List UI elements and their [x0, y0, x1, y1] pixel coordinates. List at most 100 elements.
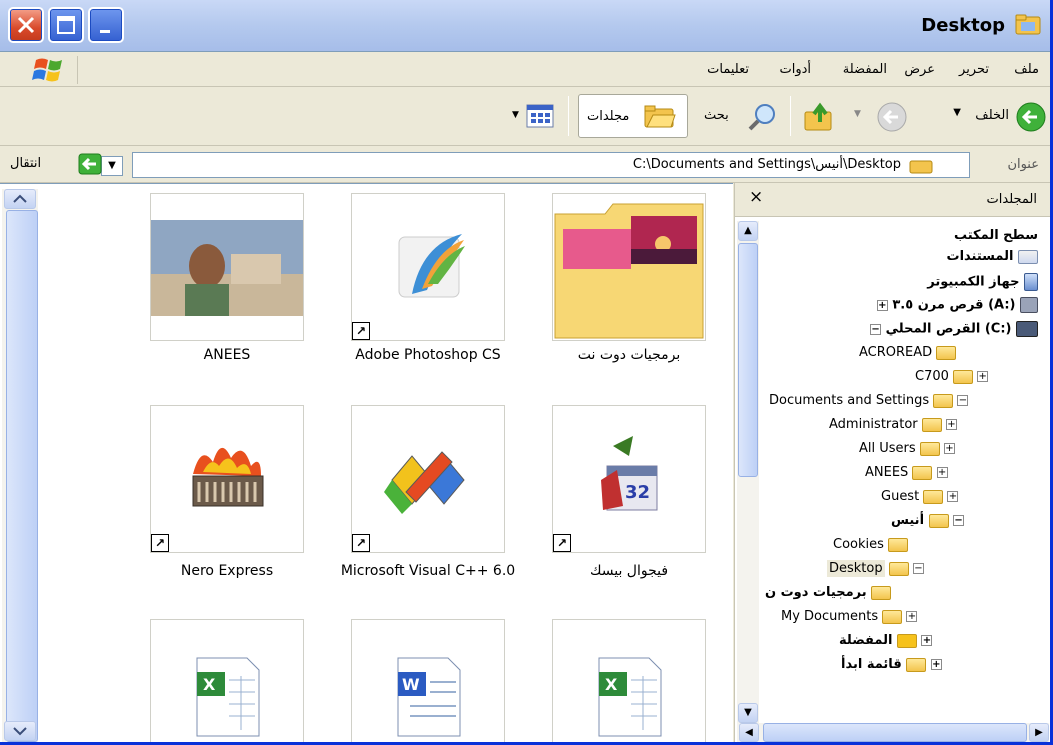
- up-folder-icon[interactable]: [802, 100, 838, 134]
- tree-item-acroread[interactable]: ACROREAD: [859, 345, 957, 360]
- file-label[interactable]: Nero Express: [127, 563, 327, 579]
- back-dropdown-icon[interactable]: ▼: [953, 107, 961, 118]
- title-bar[interactable]: Desktop: [0, 0, 1050, 52]
- maximize-button[interactable]: [48, 7, 84, 43]
- toolbar: الخلف ▼ ▼ بحث مجلدات ▼: [0, 88, 1050, 146]
- collapse-icon[interactable]: −: [953, 515, 965, 526]
- collapse-icon[interactable]: −: [870, 323, 882, 335]
- file-tile[interactable]: X: [150, 619, 304, 742]
- address-dropdown-icon[interactable]: ▼: [101, 156, 123, 176]
- collapse-icon[interactable]: −: [912, 563, 924, 574]
- shortcut-arrow-icon: ↗: [151, 534, 169, 552]
- tree-item-label: C700: [915, 369, 949, 384]
- tree-item-all-users[interactable]: All Users +: [859, 441, 955, 456]
- tree-item-my-computer[interactable]: جهاز الكمبيوتر: [927, 273, 1038, 291]
- tree-item-label: سطح المكتب: [953, 228, 1038, 243]
- menu-help[interactable]: تعليمات: [707, 62, 749, 77]
- tree-item-desktop[interactable]: سطح المكتب: [954, 228, 1038, 243]
- scroll-thumb[interactable]: [6, 210, 38, 742]
- expand-icon[interactable]: +: [943, 443, 955, 454]
- tree-item-label: برمجيات دوت ن: [765, 585, 867, 600]
- tree-item-anees-arabic[interactable]: أنيس −: [891, 513, 965, 528]
- tree-scrollbar[interactable]: ▲ ▼: [737, 221, 759, 724]
- close-icon[interactable]: ×: [749, 187, 763, 207]
- file-label[interactable]: ANEES: [127, 347, 327, 363]
- folders-button[interactable]: مجلدات: [578, 94, 688, 138]
- back-button[interactable]: الخلف ▼: [945, 100, 1047, 134]
- scroll-down-icon[interactable]: ▼: [738, 703, 758, 723]
- file-tile[interactable]: [552, 193, 706, 341]
- tree-item-label: Desktop: [827, 560, 885, 577]
- star-folder-icon: [896, 633, 917, 648]
- close-button[interactable]: [8, 7, 44, 43]
- expand-icon[interactable]: +: [876, 299, 888, 311]
- visual-basic-icon: 32: [601, 436, 658, 511]
- search-button[interactable]: بحث: [700, 100, 780, 134]
- scroll-left-icon[interactable]: ◀: [739, 723, 759, 742]
- menu-edit[interactable]: تحرير: [959, 62, 989, 77]
- tree-item-anees[interactable]: ANEES +: [865, 465, 948, 480]
- menu-tools[interactable]: أدوات: [779, 62, 811, 77]
- tree-hscrollbar[interactable]: ◀ ▶: [737, 723, 1049, 742]
- tree-item-c700[interactable]: C700 +: [915, 369, 989, 384]
- folder-icon: [919, 441, 940, 456]
- folders-label: مجلدات: [587, 109, 630, 124]
- expand-icon[interactable]: +: [977, 371, 989, 382]
- expand-icon[interactable]: +: [945, 419, 957, 430]
- menu-file[interactable]: ملف: [1014, 62, 1039, 77]
- close-icon: [17, 16, 35, 34]
- expand-icon[interactable]: +: [930, 659, 942, 670]
- menu-favorites[interactable]: المفضلة: [843, 62, 887, 77]
- expand-icon[interactable]: +: [936, 467, 948, 478]
- tree-item-my-documents[interactable]: My Documents +: [781, 609, 918, 624]
- expand-icon[interactable]: +: [947, 491, 959, 502]
- file-tile[interactable]: ↗: [351, 193, 505, 341]
- tree-item-desktop-selected[interactable]: Desktop −: [827, 560, 924, 577]
- expand-icon[interactable]: +: [906, 611, 918, 622]
- tree-item-favorites[interactable]: المفضلة +: [839, 633, 933, 648]
- file-label[interactable]: برمجيات دوت نت: [529, 347, 729, 363]
- forward-dropdown-icon[interactable]: ▼: [854, 109, 861, 119]
- tree-item-floppy[interactable]: + قرص مرن ٣.٥ (A:): [876, 297, 1038, 313]
- go-label: انتقال: [10, 156, 42, 171]
- go-button[interactable]: انتقال: [6, 153, 102, 177]
- tree-item-guest[interactable]: Guest +: [881, 489, 959, 504]
- file-tile[interactable]: ↗: [351, 405, 505, 553]
- scroll-right-icon[interactable]: ▶: [1029, 723, 1049, 742]
- tree-item-start-menu[interactable]: قائمة ابدأ +: [841, 657, 942, 672]
- file-label[interactable]: فيجوال بيسك: [529, 563, 729, 579]
- tree-item-label: All Users: [859, 441, 916, 456]
- tree-item-label: قرص مرن ٣.٥ (A:): [892, 297, 1016, 313]
- menu-bar: ملف تحرير عرض المفضلة أدوات تعليمات: [0, 53, 1050, 87]
- file-tile[interactable]: 32 ↗: [552, 405, 706, 553]
- file-label[interactable]: Microsoft Visual C++ 6.0: [328, 563, 528, 579]
- tree-item-documents-and-settings[interactable]: Documents and Settings −: [769, 393, 969, 408]
- tree-item-dotnet-software[interactable]: برمجيات دوت ن: [765, 585, 892, 600]
- tree-item-documents[interactable]: المستندات: [947, 249, 1038, 264]
- scroll-up-icon[interactable]: ▲: [738, 221, 758, 241]
- file-tile[interactable]: W: [351, 619, 505, 742]
- file-tile[interactable]: ↗: [150, 405, 304, 553]
- tree-item-administrator[interactable]: Administrator +: [829, 417, 957, 432]
- tree-item-label: جهاز الكمبيوتر: [927, 274, 1020, 290]
- views-button[interactable]: ▼: [510, 102, 558, 132]
- visual-cpp-icon: [384, 451, 465, 514]
- folder-icon: [906, 657, 927, 672]
- file-label[interactable]: Adobe Photoshop CS: [328, 347, 528, 363]
- scroll-down-button[interactable]: [4, 721, 36, 741]
- scroll-up-button[interactable]: [4, 189, 36, 209]
- forward-arrow-icon[interactable]: [876, 101, 908, 133]
- menu-view[interactable]: عرض: [904, 62, 935, 77]
- file-tile[interactable]: X: [552, 619, 706, 742]
- content-scrollbar[interactable]: [2, 189, 38, 742]
- scroll-thumb[interactable]: [738, 243, 758, 477]
- expand-icon[interactable]: +: [921, 635, 933, 646]
- tree-item-local-disk[interactable]: − القرص المحلي (C:): [870, 321, 1038, 337]
- minimize-button[interactable]: [88, 7, 124, 43]
- collapse-icon[interactable]: −: [957, 395, 969, 406]
- file-tile[interactable]: [150, 193, 304, 341]
- address-input[interactable]: C:\Documents and Settings\أنيس\Desktop ▼: [101, 152, 970, 178]
- folders-pane: المجلدات × ▲ ▼ ◀ ▶ سطح المكتب المستندات …: [734, 183, 1050, 742]
- tree-item-cookies[interactable]: Cookies: [833, 537, 909, 552]
- hscroll-thumb[interactable]: [763, 723, 1027, 742]
